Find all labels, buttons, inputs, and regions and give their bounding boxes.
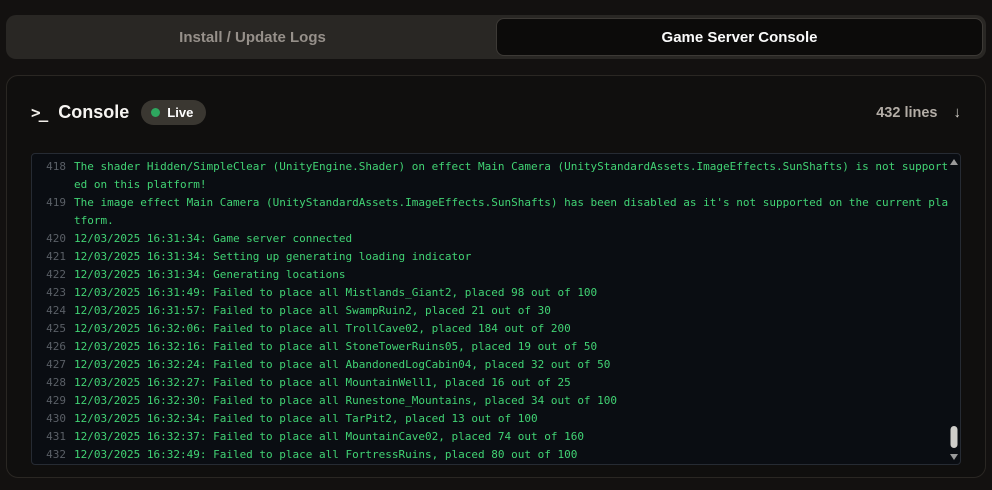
log-line-number: 425 [46, 322, 66, 335]
scrollbar-up-arrow-icon[interactable] [949, 159, 958, 165]
scrollbar-down-arrow-icon[interactable] [949, 454, 958, 460]
console-header: >_ Console Live 432 lines ↓ [7, 76, 985, 141]
log-line: 432 12/03/2025 16:32:49: Failed to place… [32, 446, 960, 464]
log-line-text: 12/03/2025 16:32:30: Failed to place all… [74, 394, 618, 407]
log-line: 429 12/03/2025 16:32:30: Failed to place… [32, 392, 960, 410]
log-line-number: 423 [46, 286, 66, 299]
log-line-text: 12/03/2025 16:32:27: Failed to place all… [74, 376, 571, 389]
log-line: 418 The shader Hidden/SimpleClear (Unity… [32, 158, 960, 194]
tab-install-update-logs[interactable]: Install / Update Logs [9, 18, 496, 56]
log-line: 421 12/03/2025 16:31:34: Setting up gene… [32, 248, 960, 266]
log-line: 426 12/03/2025 16:32:16: Failed to place… [32, 338, 960, 356]
log-line: 419 The image effect Main Camera (UnityS… [32, 194, 960, 230]
log-line: 427 12/03/2025 16:32:24: Failed to place… [32, 356, 960, 374]
scrollbar-thumb[interactable] [950, 426, 957, 448]
console-title: Console [58, 102, 130, 122]
log-scrollbar[interactable] [947, 154, 960, 464]
log-line-text: The shader Hidden/SimpleClear (UnityEngi… [74, 160, 949, 191]
scroll-to-bottom-icon[interactable]: ↓ [954, 105, 962, 120]
log-line-number: 418 [46, 160, 66, 173]
log-line: 422 12/03/2025 16:31:34: Generating loca… [32, 266, 960, 284]
tab-bar: Install / Update Logs Game Server Consol… [6, 15, 986, 59]
log-line-number: 424 [46, 304, 66, 317]
log-line-text: 12/03/2025 16:31:34: Game server connect… [74, 232, 353, 245]
log-line-text: 12/03/2025 16:32:37: Failed to place all… [74, 430, 584, 443]
terminal-prompt-icon: >_ [31, 103, 48, 122]
log-line-text: 12/03/2025 16:32:16: Failed to place all… [74, 340, 598, 353]
log-line: 428 12/03/2025 16:32:27: Failed to place… [32, 374, 960, 392]
log-line-number: 419 [46, 196, 66, 209]
live-dot-icon [151, 108, 161, 117]
log-line: 420 12/03/2025 16:31:34: Game server con… [32, 230, 960, 248]
log-line-text: 12/03/2025 16:31:57: Failed to place all… [74, 304, 551, 317]
log-line-number: 429 [46, 394, 66, 407]
log-lines: 418 The shader Hidden/SimpleClear (Unity… [32, 158, 960, 464]
log-line: 431 12/03/2025 16:32:37: Failed to place… [32, 428, 960, 446]
live-badge-label: Live [167, 105, 194, 120]
log-line-text: The image effect Main Camera (UnityStand… [74, 196, 949, 227]
log-line-text: 12/03/2025 16:32:49: Failed to place all… [74, 448, 578, 461]
live-status-badge: Live [141, 100, 207, 125]
log-line: 425 12/03/2025 16:32:06: Failed to place… [32, 320, 960, 338]
log-line-number: 420 [46, 232, 66, 245]
log-line: 430 12/03/2025 16:32:34: Failed to place… [32, 410, 960, 428]
log-line-number: 421 [46, 250, 66, 263]
console-card: >_ Console Live 432 lines ↓ 418 The shad… [6, 75, 986, 478]
log-line-number: 427 [46, 358, 66, 371]
log-line-text: 12/03/2025 16:32:34: Failed to place all… [74, 412, 538, 425]
log-line-number: 422 [46, 268, 66, 281]
log-line-text: 12/03/2025 16:31:34: Generating location… [74, 268, 346, 281]
console-log-viewport[interactable]: 418 The shader Hidden/SimpleClear (Unity… [31, 153, 961, 465]
log-line-number: 430 [46, 412, 66, 425]
log-line: 424 12/03/2025 16:31:57: Failed to place… [32, 302, 960, 320]
log-line-text: 12/03/2025 16:31:49: Failed to place all… [74, 286, 598, 299]
log-line: 423 12/03/2025 16:31:49: Failed to place… [32, 284, 960, 302]
tab-game-server-console[interactable]: Game Server Console [496, 18, 983, 56]
log-line-text: 12/03/2025 16:32:24: Failed to place all… [74, 358, 611, 371]
log-line-number: 428 [46, 376, 66, 389]
log-line-number: 431 [46, 430, 66, 443]
log-line-text: 12/03/2025 16:31:34: Setting up generati… [74, 250, 472, 263]
log-line-number: 426 [46, 340, 66, 353]
lines-count: 432 lines [876, 104, 938, 121]
log-line-text: 12/03/2025 16:32:06: Failed to place all… [74, 322, 571, 335]
log-line-number: 432 [46, 448, 66, 461]
